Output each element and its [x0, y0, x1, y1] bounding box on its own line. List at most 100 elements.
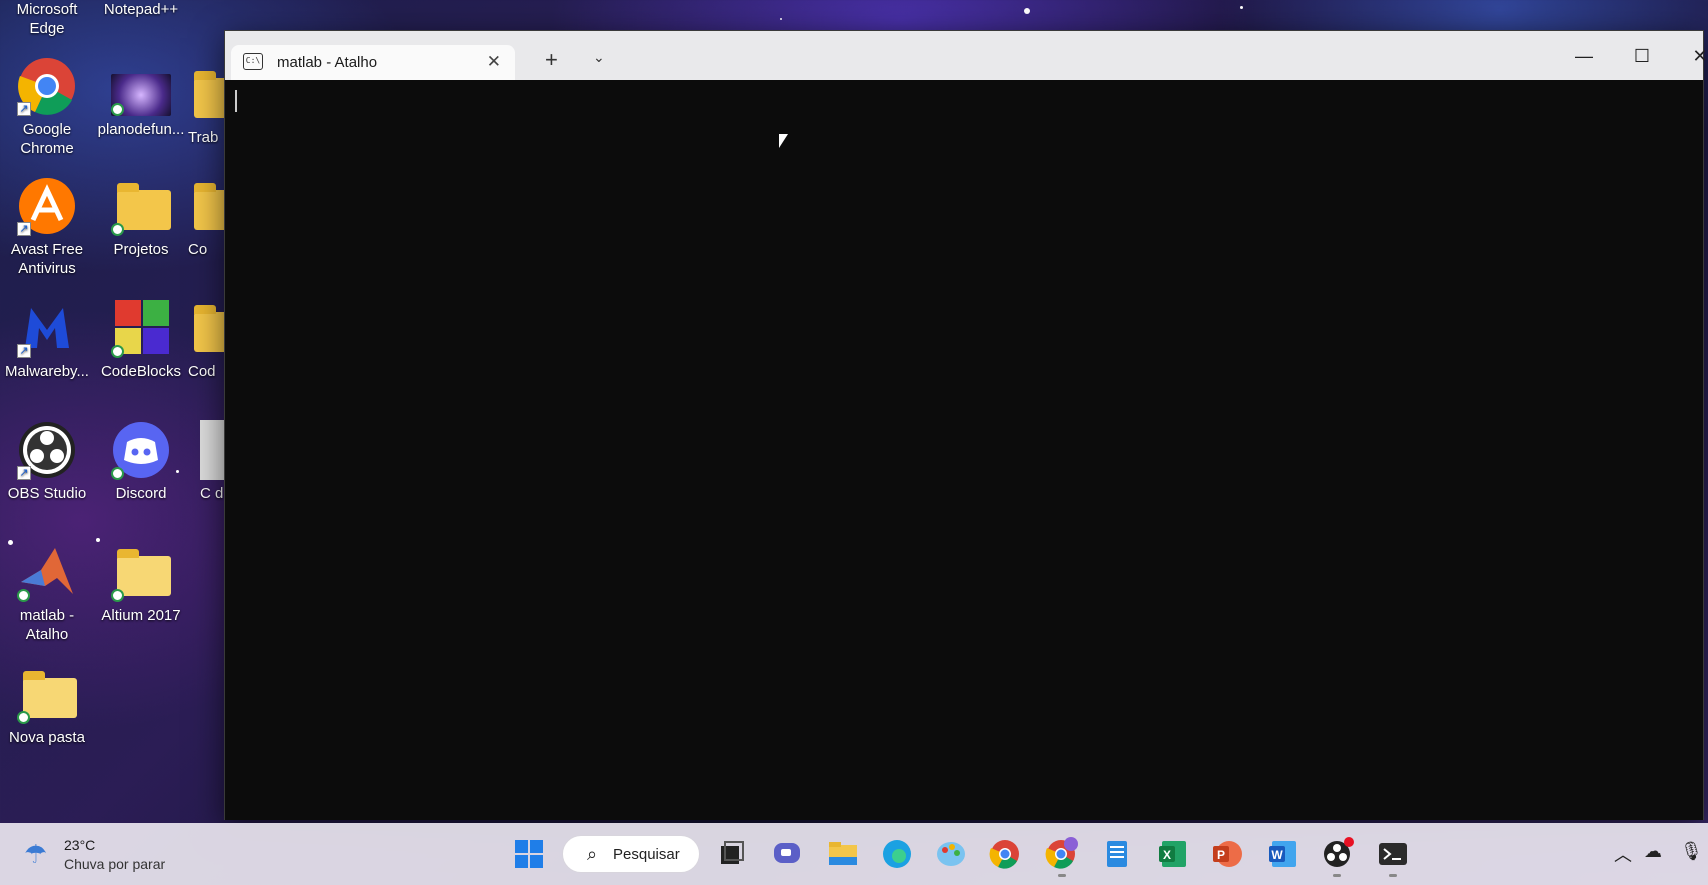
- desktop-icon-nova-pasta[interactable]: Nova pasta: [0, 664, 94, 747]
- powerpoint-icon[interactable]: P: [1210, 837, 1244, 871]
- desktop-icon-label: C d: [200, 485, 224, 502]
- star: [780, 18, 782, 20]
- maximize-button[interactable]: ☐: [1619, 41, 1665, 71]
- terminal-output[interactable]: [225, 80, 1703, 820]
- search-box[interactable]: ⌕ Pesquisar: [562, 835, 700, 873]
- desktop-icon-trab[interactable]: Trab: [188, 64, 224, 147]
- desktop-icon-chrome[interactable]: ↗ Google Chrome: [0, 56, 94, 158]
- task-view-icon[interactable]: [714, 837, 748, 871]
- desktop-icon-label: Trab: [188, 129, 219, 146]
- desktop-icon-c-d[interactable]: C d: [200, 420, 224, 503]
- star: [1240, 6, 1243, 9]
- star: [1024, 8, 1030, 14]
- teams-chat-icon[interactable]: [770, 837, 804, 871]
- excel-icon[interactable]: X: [1156, 837, 1190, 871]
- svg-text:X: X: [1163, 848, 1171, 862]
- codeblocks-icon: [111, 298, 171, 358]
- running-indicator: [1389, 874, 1397, 877]
- desktop-icon-altium[interactable]: Altium 2017: [94, 542, 188, 625]
- search-label: Pesquisar: [613, 846, 680, 863]
- chrome-profile-icon[interactable]: [1044, 837, 1078, 871]
- text-cursor: [235, 90, 237, 112]
- desktop-icon-obs[interactable]: ↗ OBS Studio: [0, 420, 94, 503]
- chrome-icon[interactable]: [988, 837, 1022, 871]
- folder-icon: [188, 64, 224, 124]
- mouse-pointer-icon: [779, 134, 788, 148]
- edge-icon[interactable]: [880, 837, 914, 871]
- image-file-icon: [111, 74, 171, 116]
- folder-icon: [188, 176, 224, 236]
- running-indicator: [1058, 874, 1066, 877]
- svg-text:P: P: [1217, 848, 1225, 862]
- tab-close-icon[interactable]: ✕: [487, 52, 501, 72]
- desktop-icon-avast[interactable]: ↗ Avast Free Antivirus: [0, 176, 94, 278]
- taskbar: ☂ 23°C Chuva por parar ⌕ Pesquisar X P W: [0, 823, 1708, 885]
- desktop-icon-label: OBS Studio: [7, 485, 87, 502]
- weather-condition: Chuva por parar: [64, 856, 166, 872]
- onedrive-icon[interactable]: ☁: [1644, 841, 1662, 862]
- folder-icon: [188, 298, 224, 358]
- shortcut-arrow-icon: ↗: [17, 102, 31, 116]
- desktop-icon-malwarebytes[interactable]: ↗ Malwareby...: [0, 298, 94, 381]
- desktop-icon-planodefundo[interactable]: planodefun...: [94, 74, 188, 139]
- folder-icon: [111, 542, 171, 602]
- sync-status-icon: [111, 467, 124, 480]
- rain-umbrella-icon: ☂: [24, 839, 48, 869]
- desktop-icon-label: Malwareby...: [5, 363, 89, 380]
- command-prompt-icon: C:\: [243, 53, 263, 70]
- shortcut-arrow-icon: ↗: [17, 222, 31, 236]
- desktop-icon-label: Nova pasta: [9, 729, 85, 746]
- paint-icon[interactable]: [934, 837, 968, 871]
- close-button[interactable]: ✕: [1677, 41, 1708, 71]
- desktop-icon-cod[interactable]: Cod: [188, 298, 224, 381]
- shortcut-arrow-icon: ↗: [17, 466, 31, 480]
- sync-status-icon: [111, 589, 124, 602]
- desktop-icon-co[interactable]: Co: [188, 176, 224, 259]
- desktop-icon-discord[interactable]: Discord: [94, 420, 188, 503]
- obs-icon[interactable]: [1320, 837, 1354, 871]
- desktop-icon-label: Discord: [115, 485, 167, 502]
- desktop-icon-label: Avast Free Antivirus: [10, 241, 84, 277]
- matlab-icon: [17, 542, 77, 602]
- file-explorer-icon[interactable]: [826, 837, 860, 871]
- microphone-icon[interactable]: 🎙: [1680, 841, 1703, 862]
- search-icon: ⌕: [587, 844, 598, 864]
- svg-text:W: W: [1271, 848, 1283, 862]
- desktop-icon-label: Microsoft Edge: [16, 1, 78, 37]
- folder-icon: [17, 664, 77, 724]
- chrome-icon: ↗: [17, 56, 77, 116]
- notepad-icon[interactable]: [1100, 837, 1134, 871]
- desktop-icon-label: Projetos: [113, 241, 169, 258]
- weather-temperature: 23°C: [64, 837, 96, 853]
- desktop-icon-codeblocks[interactable]: CodeBlocks: [94, 298, 188, 381]
- minimize-button[interactable]: —: [1561, 41, 1607, 71]
- new-tab-button[interactable]: +: [545, 47, 558, 73]
- desktop-icon-edge[interactable]: Microsoft Edge: [0, 0, 94, 38]
- title-bar[interactable]: C:\ matlab - Atalho ✕ + ⌄ — ☐ ✕: [225, 31, 1708, 80]
- desktop-icon-projetos[interactable]: Projetos: [94, 176, 188, 259]
- avast-icon: ↗: [17, 176, 77, 236]
- desktop-icon-label: Google Chrome: [20, 121, 74, 157]
- running-indicator: [1333, 874, 1341, 877]
- desktop-icon-label: Altium 2017: [101, 607, 181, 624]
- sync-status-icon: [17, 711, 30, 724]
- weather-widget[interactable]: ☂ 23°C Chuva por parar: [24, 835, 224, 875]
- chevron-up-icon[interactable]: ︿: [1614, 841, 1632, 867]
- sync-status-icon: [111, 345, 124, 358]
- start-icon[interactable]: [512, 837, 546, 871]
- desktop-icon-label: CodeBlocks: [100, 363, 182, 380]
- desktop-icon-matlab[interactable]: matlab - Atalho: [0, 542, 94, 644]
- desktop-icon-notepad-plus-plus[interactable]: Notepad++: [94, 0, 188, 19]
- tab-title: matlab - Atalho: [277, 54, 378, 71]
- tab-dropdown-button[interactable]: ⌄: [593, 49, 605, 66]
- tab-matlab-atalho[interactable]: C:\ matlab - Atalho ✕: [231, 45, 515, 80]
- malwarebytes-icon: ↗: [17, 298, 77, 358]
- shortcut-arrow-icon: ↗: [17, 344, 31, 358]
- file-icon: [200, 420, 224, 480]
- word-icon[interactable]: W: [1266, 837, 1300, 871]
- desktop-icon-label: matlab - Atalho: [19, 607, 75, 643]
- terminal-icon[interactable]: [1376, 837, 1410, 871]
- sync-status-icon: [111, 103, 124, 116]
- folder-icon: [111, 176, 171, 236]
- terminal-window[interactable]: C:\ matlab - Atalho ✕ + ⌄ — ☐ ✕: [224, 30, 1708, 820]
